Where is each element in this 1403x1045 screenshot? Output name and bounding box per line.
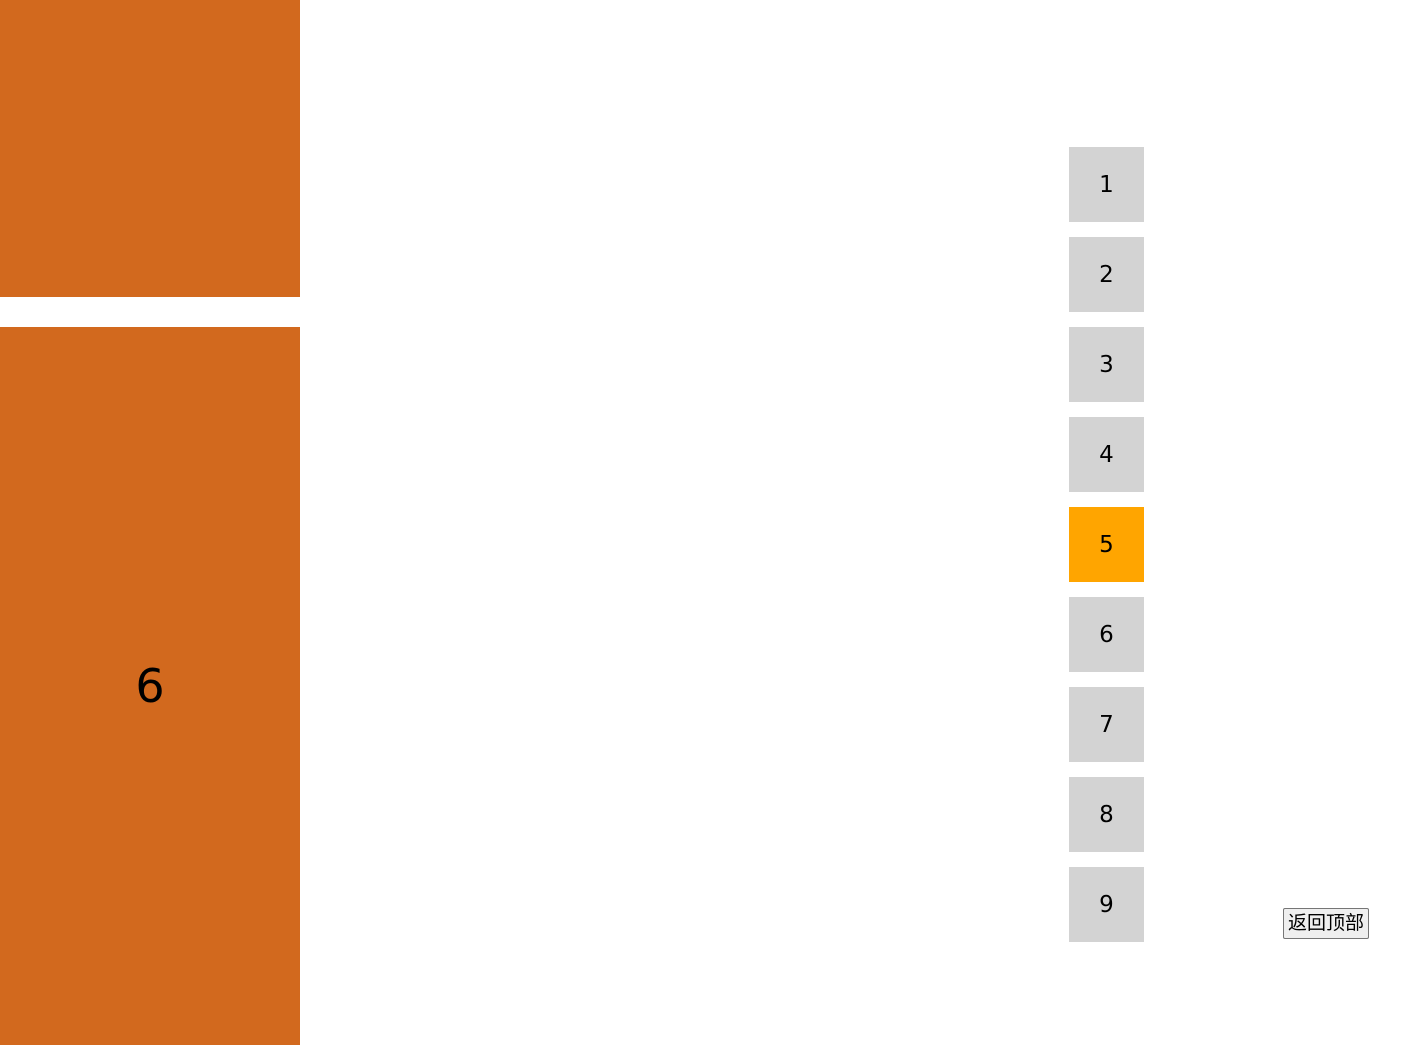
nav-item-7[interactable]: 7 [1069, 687, 1144, 762]
nav-item-6[interactable]: 6 [1069, 597, 1144, 672]
back-to-top-button[interactable]: 返回顶部 [1283, 908, 1369, 939]
nav-item-2[interactable]: 2 [1069, 237, 1144, 312]
page: 6 1 2 3 4 5 6 7 8 9 返回顶部 [0, 0, 1403, 1045]
content-panel-previous [0, 0, 300, 297]
nav-item-3[interactable]: 3 [1069, 327, 1144, 402]
nav-item-5[interactable]: 5 [1069, 507, 1144, 582]
floor-navigation: 1 2 3 4 5 6 7 8 9 [1069, 147, 1144, 957]
nav-item-8[interactable]: 8 [1069, 777, 1144, 852]
panel-number: 6 [135, 659, 165, 713]
nav-item-9[interactable]: 9 [1069, 867, 1144, 942]
nav-item-1[interactable]: 1 [1069, 147, 1144, 222]
nav-item-4[interactable]: 4 [1069, 417, 1144, 492]
content-panel-current: 6 [0, 327, 300, 1045]
